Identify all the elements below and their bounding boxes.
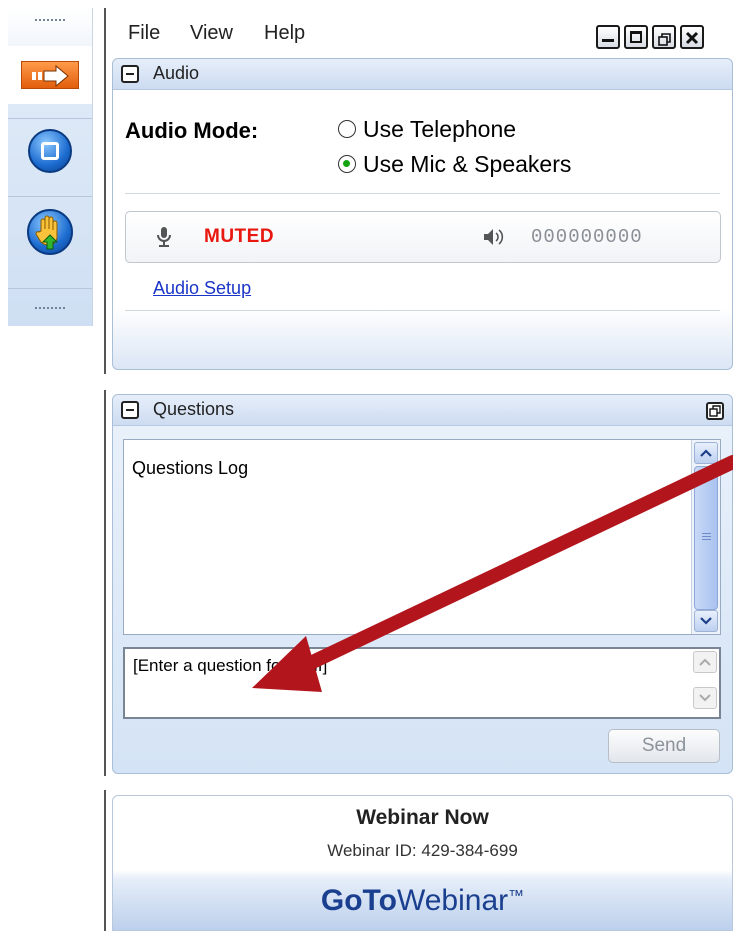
audio-divider-bottom <box>125 310 720 311</box>
scroll-up-button[interactable] <box>694 442 718 464</box>
gotowebinar-logo: GoToWebinar™ <box>113 884 732 918</box>
audio-setup-link[interactable]: Audio Setup <box>153 278 251 299</box>
questions-panel-header: Questions <box>113 395 732 426</box>
radio-use-mic-speakers[interactable] <box>338 155 356 173</box>
radio-use-telephone[interactable] <box>338 120 356 138</box>
window-border-questions <box>104 390 106 776</box>
maximize-button[interactable] <box>624 25 648 49</box>
menu-help[interactable]: Help <box>264 22 305 45</box>
window-border-footer <box>104 790 106 931</box>
speaker-icon <box>482 227 506 251</box>
menu-view[interactable]: View <box>190 22 233 45</box>
brand-webinar: Webinar <box>396 884 509 917</box>
audio-panel: Audio Audio Mode: Use Telephone Use Mic … <box>112 58 733 370</box>
popout-icon[interactable] <box>706 402 724 420</box>
grip-top[interactable] <box>34 18 66 22</box>
brand-tm: ™ <box>508 888 525 905</box>
minimize-icon <box>602 39 614 42</box>
questions-panel: Questions Questions Log [Enter a questio… <box>112 394 733 774</box>
webinar-id: Webinar ID: 429-384-699 <box>327 841 518 860</box>
stop-screen-icon <box>28 129 72 173</box>
question-input-box[interactable] <box>123 647 721 719</box>
audio-panel-header: Audio <box>113 59 732 90</box>
webinar-info-footer: Webinar Now Webinar ID: 429-384-699 GoTo… <box>112 795 733 931</box>
stop-screen-button[interactable] <box>8 126 92 176</box>
questions-log[interactable]: Questions Log <box>123 439 721 635</box>
input-scroll-down-button[interactable] <box>693 687 717 709</box>
send-button[interactable]: Send <box>608 729 720 763</box>
scroll-thumb[interactable] <box>694 466 718 610</box>
restore-button[interactable] <box>652 25 676 49</box>
input-scroll-up-button[interactable] <box>693 651 717 673</box>
restore-icon <box>658 31 671 46</box>
questions-log-scrollbar[interactable] <box>691 440 720 634</box>
grab-tab-toolbar <box>8 8 93 326</box>
mic-status: MUTED <box>204 226 275 247</box>
menu-bar: File View Help <box>110 12 733 56</box>
collapse-icon[interactable] <box>121 65 139 83</box>
close-button[interactable] <box>680 25 704 49</box>
speaker-level: 000000000 <box>531 226 643 248</box>
menu-file[interactable]: File <box>128 22 160 45</box>
chevron-up-icon <box>699 658 711 666</box>
collapse-icon[interactable] <box>121 401 139 419</box>
show-hide-control-panel-button[interactable] <box>8 46 92 104</box>
questions-panel-title: Questions <box>153 399 235 419</box>
audio-divider <box>125 193 720 194</box>
question-input-scrollbar[interactable] <box>691 651 717 715</box>
show-hide-control-panel-icon <box>21 61 79 89</box>
chevron-down-icon <box>699 694 711 702</box>
questions-log-label: Questions Log <box>132 458 249 478</box>
audio-panel-title: Audio <box>153 63 200 83</box>
audio-status-box: MUTED 000000000 <box>125 211 721 263</box>
question-input[interactable] <box>131 655 675 677</box>
audio-mode-label: Audio Mode: <box>125 118 259 143</box>
minimize-button[interactable] <box>596 25 620 49</box>
window-border <box>104 8 106 374</box>
webinar-title: Webinar Now <box>356 806 489 829</box>
maximize-icon <box>630 31 642 43</box>
raise-hand-icon <box>27 209 73 255</box>
scroll-down-button[interactable] <box>694 610 718 632</box>
audio-panel-body: Audio Mode: Use Telephone Use Mic & Spea… <box>113 90 732 369</box>
chevron-up-icon <box>700 449 712 457</box>
brand-goto: GoTo <box>320 884 397 917</box>
chevron-down-icon <box>700 617 712 625</box>
radio-label-use-mic-speakers[interactable]: Use Mic & Speakers <box>363 151 571 178</box>
raise-hand-button[interactable] <box>8 204 92 260</box>
close-icon <box>685 30 699 45</box>
grip-bottom[interactable] <box>34 306 66 310</box>
radio-label-use-telephone[interactable]: Use Telephone <box>363 116 516 143</box>
microphone-icon <box>156 226 172 252</box>
